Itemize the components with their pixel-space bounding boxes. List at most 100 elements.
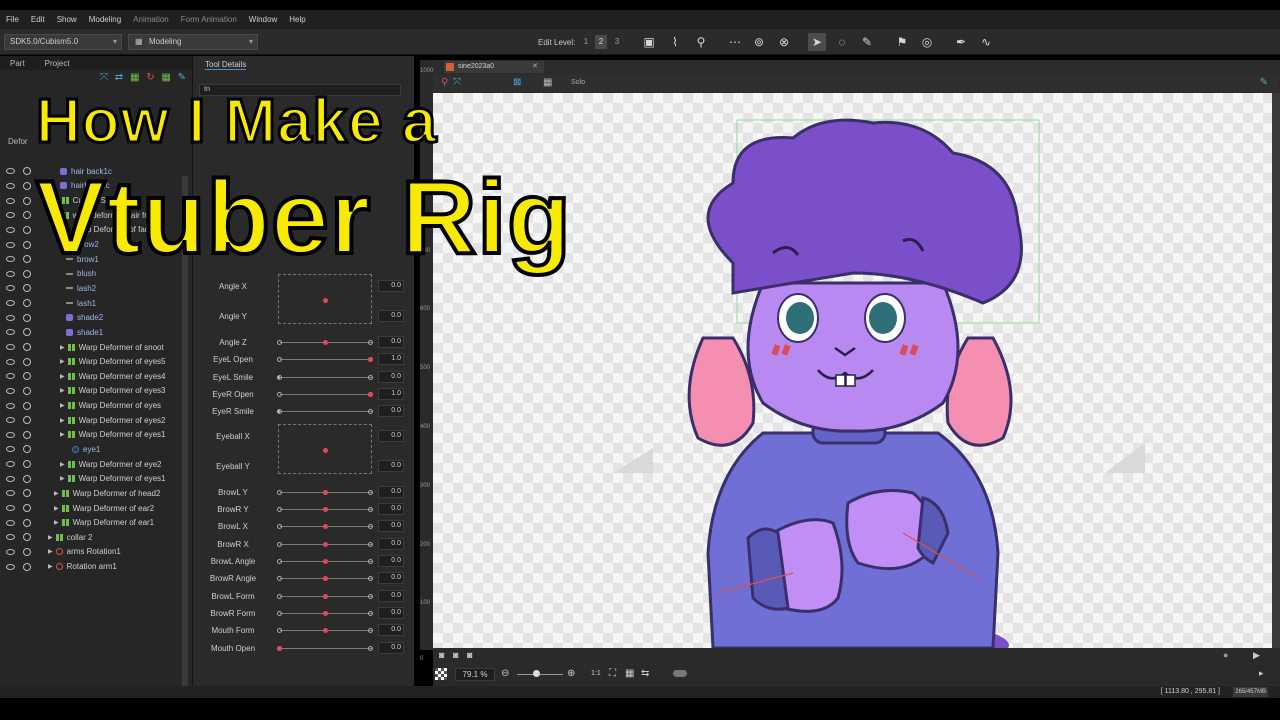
parameter-slider-knob[interactable]	[322, 340, 328, 345]
playback-dot-icon[interactable]: ●	[1223, 650, 1228, 660]
expand-arrow-icon[interactable]: ▶	[60, 373, 65, 380]
visibility-eye-icon[interactable]	[6, 300, 15, 307]
parameter-slider-knob[interactable]	[322, 628, 328, 633]
parameter-2d-knob[interactable]	[323, 298, 328, 303]
lock-circle-icon[interactable]	[23, 284, 31, 293]
tree-row[interactable]: ▶ Warp Deformer of head2	[0, 486, 190, 501]
deformer-view-icon[interactable]: ⚲	[441, 77, 448, 88]
parameter-value-field[interactable]: 0.0	[378, 371, 404, 383]
visibility-eye-icon[interactable]	[6, 373, 15, 380]
tab-tool-details[interactable]: Tool Details	[205, 60, 247, 70]
visibility-eye-icon[interactable]	[6, 475, 15, 482]
tab-project[interactable]: Project	[35, 59, 80, 68]
parameter-value-field[interactable]: 0.0	[378, 430, 404, 442]
lock-circle-icon[interactable]	[23, 357, 31, 366]
tree-row[interactable]: shade2	[0, 310, 190, 325]
tree-row[interactable]: lash1	[0, 296, 190, 311]
lock-circle-icon[interactable]	[23, 343, 31, 351]
record-icon[interactable]: ◙	[467, 650, 472, 660]
lock-circle-icon[interactable]	[23, 211, 31, 220]
parameter-slider-track[interactable]	[280, 377, 372, 378]
pin-tool-icon[interactable]: ✎	[178, 72, 186, 83]
mesh-edit-icon[interactable]: ▣	[640, 33, 658, 51]
camera-icon[interactable]: ◙	[439, 650, 444, 660]
parameter-slider-knob[interactable]	[277, 376, 280, 379]
parameter-slider-knob[interactable]	[322, 507, 328, 512]
parameter-slider-knob[interactable]	[368, 357, 373, 362]
zoom-slider[interactable]	[517, 674, 563, 675]
close-icon[interactable]: ✕	[532, 61, 538, 73]
visibility-eye-icon[interactable]	[6, 197, 15, 204]
parameter-slider-knob[interactable]	[368, 392, 373, 397]
tree-row[interactable]: ▶ Warp Deformer of eyes3	[0, 384, 190, 399]
transparency-toggle-icon[interactable]	[435, 668, 447, 680]
visibility-eye-icon[interactable]	[6, 285, 15, 292]
visibility-eye-icon[interactable]	[6, 490, 15, 497]
parameter-value-field[interactable]: 1.0	[378, 388, 404, 400]
tree-row[interactable]: shade1	[0, 325, 190, 340]
swap-icon[interactable]: ⇄	[115, 72, 123, 83]
parameter-row[interactable]: Angle Y	[192, 308, 406, 325]
visibility-eye-icon[interactable]	[6, 387, 15, 394]
tree-row[interactable]: ▶ arms Rotation1	[0, 545, 190, 560]
parameter-slider-knob[interactable]	[322, 490, 328, 495]
warp-add-icon[interactable]: ▦	[130, 72, 139, 83]
deform-path-icon[interactable]: ⌇	[666, 33, 684, 51]
expand-arrow-icon[interactable]: ▶	[60, 461, 65, 468]
visibility-eye-icon[interactable]	[6, 461, 15, 468]
menu-item-window[interactable]: Window	[249, 15, 277, 24]
visibility-eye-icon[interactable]	[6, 314, 15, 321]
menu-item-modeling[interactable]: Modeling	[89, 15, 121, 24]
parameter-value-field[interactable]: 0.0	[378, 310, 404, 322]
parameter-slider-knob[interactable]	[322, 542, 328, 547]
visibility-eye-icon[interactable]	[6, 519, 15, 526]
visibility-eye-icon[interactable]	[6, 212, 15, 219]
lock-circle-icon[interactable]	[23, 225, 31, 234]
parameter-slider-knob[interactable]	[322, 559, 328, 564]
parameter-value-field[interactable]: 0.0	[378, 486, 404, 498]
parameter-value-field[interactable]: 0.0	[378, 624, 404, 636]
tree-row[interactable]: lash2	[0, 281, 190, 296]
parameter-slider-knob[interactable]	[322, 524, 328, 529]
play-icon[interactable]: ▶	[1253, 650, 1260, 661]
tree-row[interactable]: ▶ Warp Deformer of eyes1	[0, 428, 190, 443]
tree-row[interactable]: ▶ Rotation arm1	[0, 559, 190, 574]
rotation-deformer-icon[interactable]: ⊚	[750, 33, 768, 51]
tree-row[interactable]: ▶ Warp Deformer of eyes2	[0, 413, 190, 428]
glue-icon[interactable]: ⊗	[775, 33, 793, 51]
visibility-eye-icon[interactable]	[6, 256, 15, 263]
grid-toggle-icon[interactable]: ▦	[543, 77, 552, 88]
brush-icon[interactable]: ✎	[858, 33, 876, 51]
menu-item-animation[interactable]: Animation	[133, 15, 169, 24]
toggle-switch[interactable]	[673, 670, 687, 677]
tree-row[interactable]: ▶ Warp Deformer of ear1	[0, 515, 190, 530]
tree-row[interactable]: ▶ Warp Deformer of eyes1	[0, 471, 190, 486]
tree-row[interactable]: ▶ Warp Deformer of snoot	[0, 340, 190, 355]
menu-item-show[interactable]: Show	[57, 15, 77, 24]
warp-grid-icon[interactable]: ⋯	[726, 33, 744, 51]
lock-circle-icon[interactable]	[23, 533, 31, 542]
expand-arrow-icon[interactable]: ▶	[48, 534, 53, 541]
lock-circle-icon[interactable]	[23, 430, 31, 439]
visibility-eye-icon[interactable]	[6, 505, 15, 512]
expand-arrow-icon[interactable]: ▶	[54, 505, 59, 512]
parameter-slider-knob[interactable]	[322, 576, 328, 581]
parameter-value-field[interactable]: 0.0	[378, 503, 404, 515]
visibility-eye-icon[interactable]	[6, 241, 15, 248]
lock-circle-icon[interactable]	[23, 196, 31, 205]
tree-row[interactable]: ▶ Warp Deformer of eyes	[0, 398, 190, 413]
edit-level-1[interactable]: 1	[580, 35, 592, 49]
auto-mesh-icon[interactable]: ⚲	[692, 33, 710, 51]
expand-arrow-icon[interactable]: ▶	[60, 402, 65, 409]
parameter-value-field[interactable]: 0.0	[378, 572, 404, 584]
fit-icon[interactable]: ⛶	[609, 668, 616, 679]
lasso-icon[interactable]: ◌	[833, 33, 851, 51]
parameter-value-field[interactable]: 0.0	[378, 607, 404, 619]
parameter-2d-knob[interactable]	[323, 448, 328, 453]
visibility-eye-icon[interactable]	[6, 344, 15, 350]
visibility-eye-icon[interactable]	[6, 168, 15, 175]
parameter-value-field[interactable]: 0.0	[378, 405, 404, 417]
lock-circle-icon[interactable]	[23, 562, 31, 571]
expand-arrow-icon[interactable]: ▶	[48, 548, 53, 555]
zoom-value[interactable]: 79.1 %	[455, 668, 495, 681]
